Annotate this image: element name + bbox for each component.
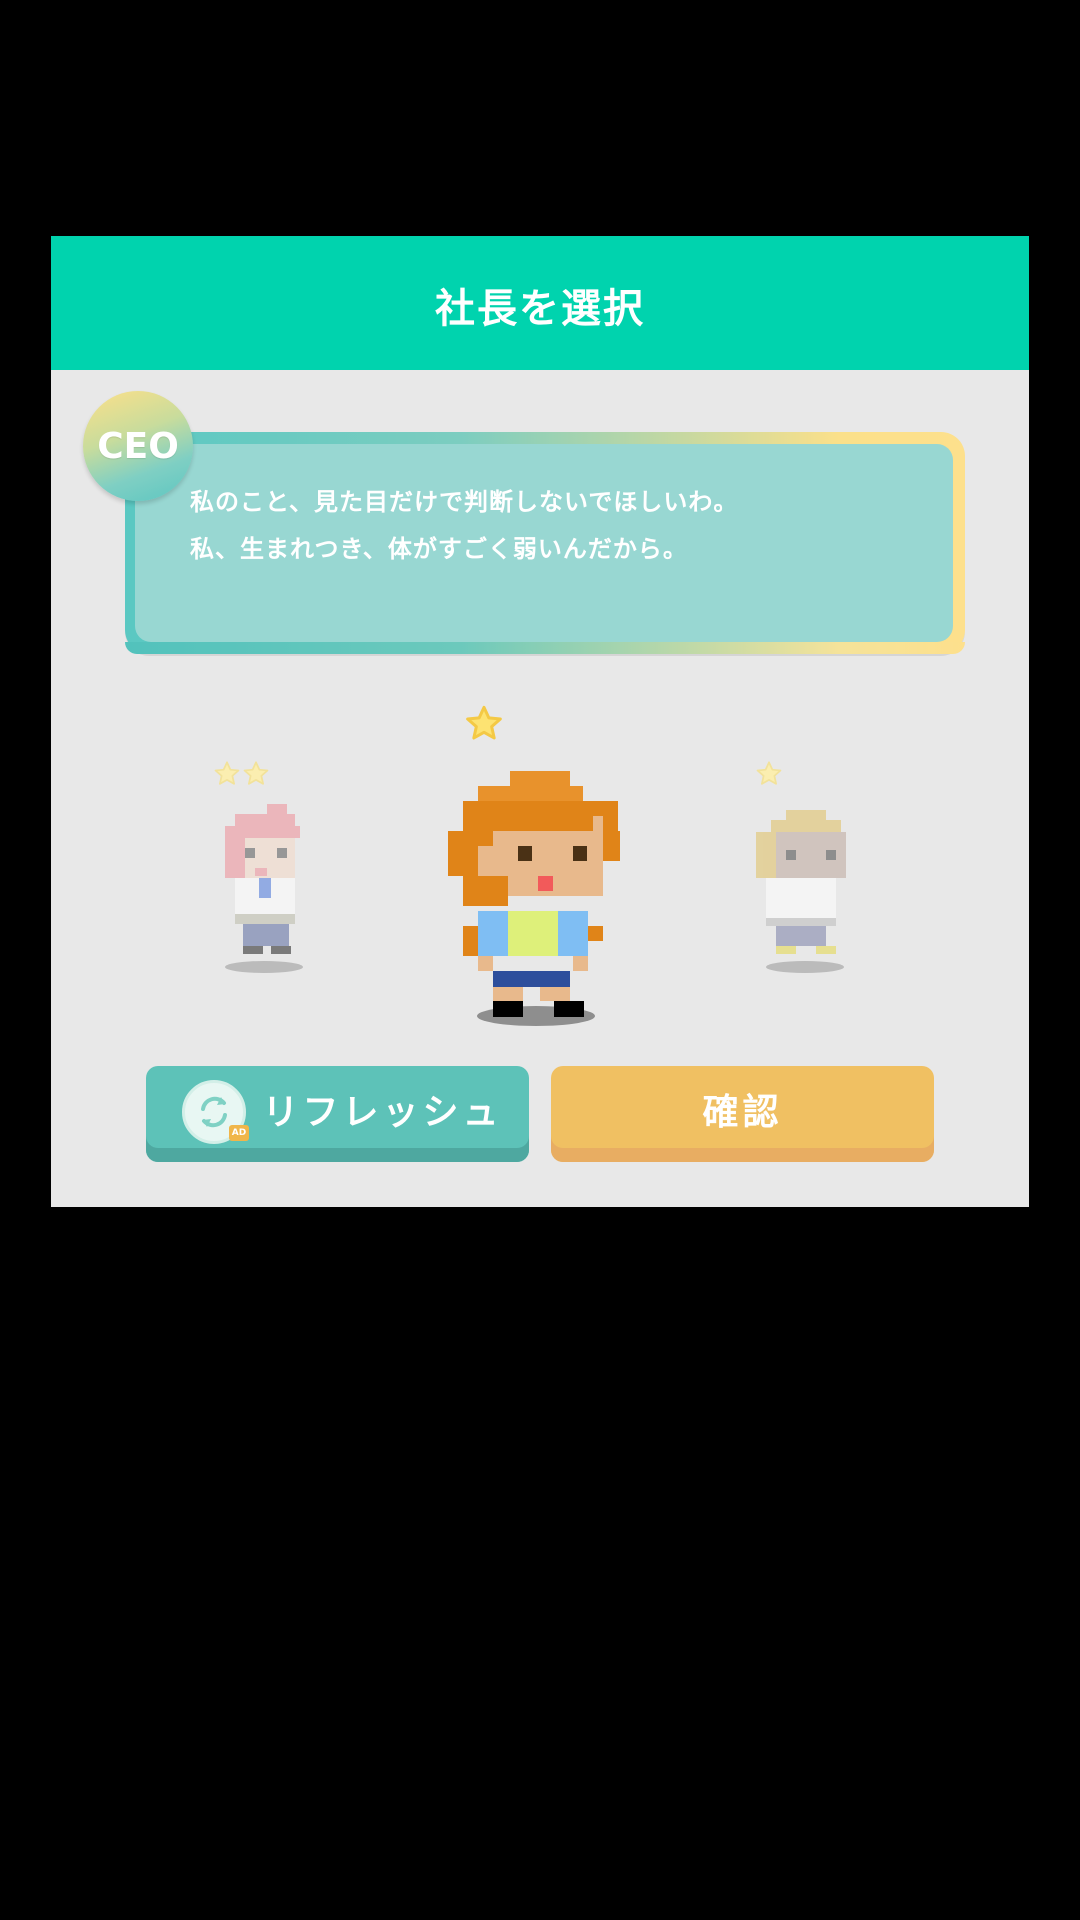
star-icon [756,761,782,785]
right-character[interactable] [756,810,856,960]
confirm-button-label: 確認 [702,1092,783,1133]
message-line-1: 私のこと、見た目だけで判断しないでほしいわ。 [190,488,739,516]
dialog-title: 社長を選択 [435,286,645,332]
speech-bubble: 私のこと、見た目だけで判断しないでほしいわ。 私、生まれつき、体がすごく弱いんだ… [125,432,965,654]
center-character[interactable] [448,771,620,1021]
refresh-button-label: リフレッシュ [262,1092,503,1133]
refresh-ad-icon: AD [182,1080,249,1144]
dialog-header: 社長を選択 [51,236,1029,370]
message-line-2: 私、生まれつき、体がすごく弱いんだから。 [190,535,688,563]
star-icon [466,705,502,740]
star-icon [243,761,269,785]
refresh-button[interactable]: AD リフレッシュ [146,1066,529,1162]
confirm-button[interactable]: 確認 [551,1066,934,1162]
star-icon [214,761,240,785]
ceo-badge: CEO [83,391,193,501]
left-character[interactable] [215,804,315,964]
ceo-select-dialog: 社長を選択 私のこと、見た目だけで判断しないでほしいわ。 私、生まれつき、体がす… [51,236,1029,1207]
ceo-badge-label: CEO [97,425,179,467]
ad-badge: AD [229,1125,249,1141]
